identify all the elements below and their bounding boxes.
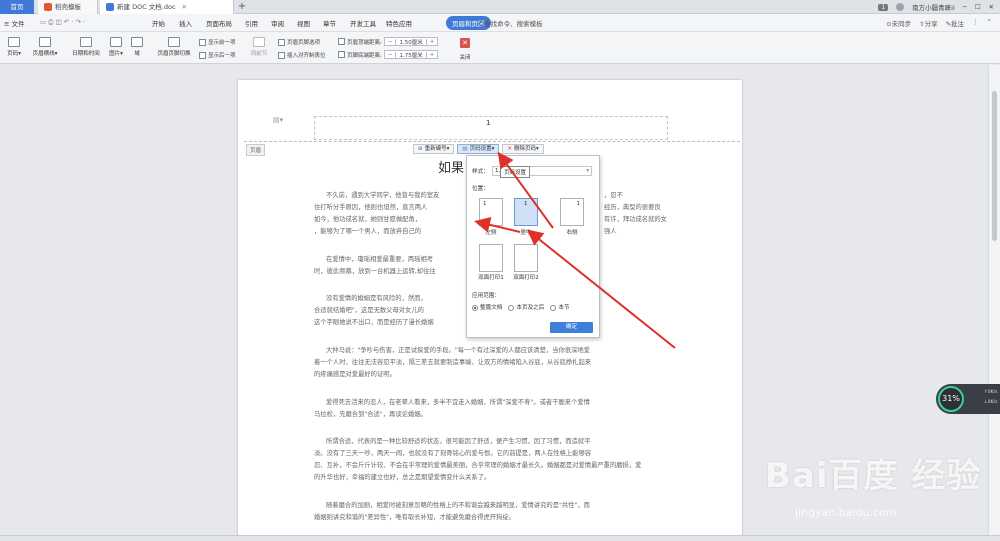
watermark-url: jingyan.baidu.com xyxy=(795,506,897,519)
upload-speed: ↑0K/s xyxy=(984,390,998,395)
baidu-watermark: Bai百度 经验 xyxy=(765,456,982,496)
download-speed: ↓0K/s xyxy=(984,400,998,405)
arrow-to-settings xyxy=(497,151,554,229)
upload-speed-value: 0K/s xyxy=(987,390,998,395)
status-bar xyxy=(0,535,1000,541)
download-speed-value: 0K/s xyxy=(987,400,998,405)
arrow-to-left-position xyxy=(474,216,521,233)
memory-usage: 31% xyxy=(938,386,964,412)
arrow-to-center-position xyxy=(526,229,676,349)
network-speed-widget[interactable]: 31% ↑0K/s ↓0K/s xyxy=(936,384,1000,414)
